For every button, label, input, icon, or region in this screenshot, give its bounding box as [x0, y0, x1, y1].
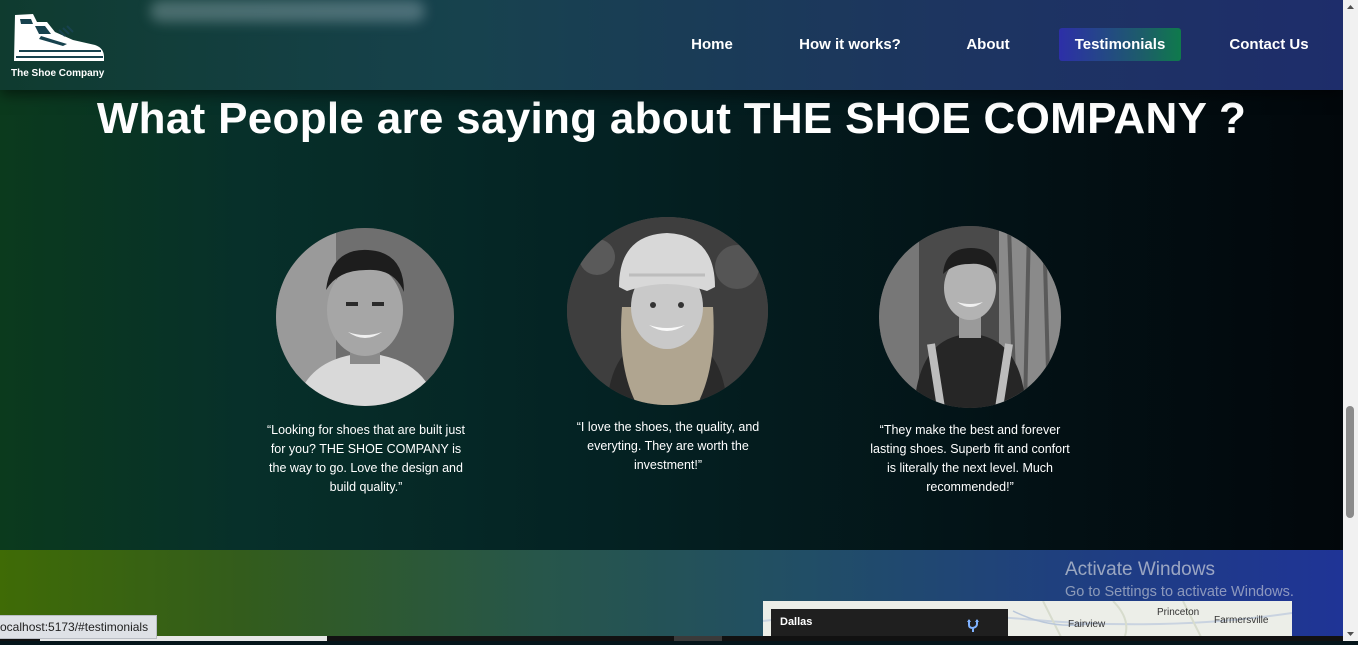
testimonial-quote: “Looking for shoes that are built just f… — [266, 423, 466, 494]
scrollbar-thumb[interactable] — [1346, 406, 1354, 518]
testimonials-section: What People are saying about THE SHOE CO… — [0, 90, 1343, 550]
nav-testimonials[interactable]: Testimonials — [1059, 28, 1181, 61]
watermark-title: Activate Windows — [1065, 559, 1215, 580]
vertical-scrollbar[interactable] — [1343, 0, 1358, 641]
testimonial-avatar-1 — [276, 228, 454, 406]
section-title: What People are saying about THE SHOE CO… — [96, 94, 1247, 143]
link-status-bar: ocalhost:5173/#testimonials — [0, 615, 158, 639]
map-location-title: Dallas — [780, 616, 813, 628]
embedded-map[interactable]: Princeton Farmersville Fairview Dallas — [763, 601, 1292, 641]
testimonial-quote: “They make the best and forever lasting … — [870, 423, 1070, 494]
page: The Shoe Company Home How it works? Abou… — [0, 0, 1343, 641]
directions-icon[interactable] — [966, 619, 980, 633]
taskbar-edge — [0, 636, 1343, 641]
watermark-subtitle: Go to Settings to activate Windows. — [1065, 584, 1294, 600]
testimonial-quote: “I love the shoes, the quality, and ever… — [576, 420, 760, 472]
nav-how-it-works[interactable]: How it works? — [787, 28, 913, 61]
nav-contact-us[interactable]: Contact Us — [1217, 28, 1321, 61]
taskbar-segment — [674, 636, 722, 641]
activate-windows-watermark: Activate Windows Go to Settings to activ… — [1065, 559, 1294, 603]
testimonial-avatar-3 — [879, 226, 1061, 408]
testimonial-avatar-2 — [567, 217, 768, 405]
scroll-up-arrow-icon[interactable] — [1343, 0, 1358, 15]
map-place-label: Fairview — [1068, 619, 1106, 630]
blurred-overlay — [150, 0, 425, 22]
brand-name: The Shoe Company — [11, 68, 105, 79]
nav-about[interactable]: About — [953, 28, 1023, 61]
map-place-label: Princeton — [1157, 607, 1200, 618]
site-header: The Shoe Company Home How it works? Abou… — [0, 0, 1343, 90]
map-place-label: Farmersville — [1214, 615, 1269, 626]
scroll-down-arrow-icon[interactable] — [1343, 626, 1358, 641]
nav-home[interactable]: Home — [675, 28, 749, 61]
main-nav: Home How it works? About Testimonials Co… — [0, 28, 1343, 61]
